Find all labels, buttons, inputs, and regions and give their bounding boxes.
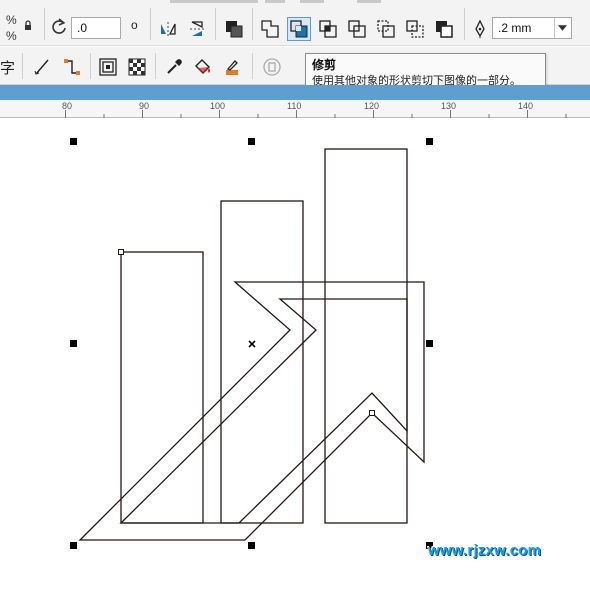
selection-handle xyxy=(426,340,433,347)
ruler-label: 90 xyxy=(139,101,150,111)
middle-bar-shape xyxy=(220,200,304,524)
node-marker xyxy=(369,410,375,416)
contour-icon[interactable] xyxy=(96,55,120,79)
horizontal-ruler[interactable]: 80 90 100 110 120 130 140 xyxy=(0,100,590,118)
ruler-label: 110 xyxy=(287,101,302,111)
connector-tool-icon[interactable] xyxy=(60,55,84,79)
back-minus-front-icon[interactable] xyxy=(403,17,427,41)
center-marker xyxy=(248,340,256,348)
degree-symbol: o xyxy=(131,18,138,32)
interactive-fill-icon[interactable] xyxy=(191,55,215,79)
simplify-icon[interactable] xyxy=(345,17,369,41)
eyedropper-icon[interactable] xyxy=(162,55,186,79)
front-minus-back-icon[interactable] xyxy=(374,17,398,41)
separator xyxy=(252,8,253,40)
ruler-label: 120 xyxy=(364,101,380,111)
chevron-down-icon[interactable] xyxy=(554,18,570,38)
outline-width-value: .2 mm xyxy=(498,21,532,35)
drawing-artwork xyxy=(70,138,433,549)
scroll-indicator xyxy=(170,0,258,3)
drawing-canvas[interactable] xyxy=(0,119,590,590)
weld-icon[interactable] xyxy=(258,17,282,41)
scroll-indicator xyxy=(357,0,381,3)
selection-handle xyxy=(248,138,255,145)
separator xyxy=(155,53,156,79)
selection-handle xyxy=(426,138,433,145)
document-tab-strip xyxy=(0,85,590,100)
mirror-vertical-icon[interactable] xyxy=(185,17,209,41)
ruler-label: 80 xyxy=(62,101,73,111)
ruler-label: 100 xyxy=(210,101,226,111)
lock-ratio-icon[interactable] xyxy=(20,17,36,33)
separator xyxy=(252,53,253,79)
ruler-label: 130 xyxy=(441,101,457,111)
separator xyxy=(215,8,216,40)
right-bar-shape xyxy=(324,148,408,524)
separator xyxy=(464,8,465,40)
text-tool-label: 字 xyxy=(0,59,16,77)
intersect-icon[interactable] xyxy=(316,17,340,41)
selection-handle xyxy=(248,542,255,549)
node-marker xyxy=(118,249,124,255)
selection-handle xyxy=(70,340,77,347)
selection-handle xyxy=(70,542,77,549)
object-manager-icon[interactable] xyxy=(260,55,284,79)
mirror-horizontal-icon[interactable] xyxy=(156,17,180,41)
combine-icon[interactable] xyxy=(222,17,246,41)
separator xyxy=(150,8,151,40)
selection-handle xyxy=(70,138,77,145)
transparency-icon[interactable] xyxy=(125,55,149,79)
scale-percent-label: % xyxy=(6,13,17,27)
scale-percent-label: % xyxy=(6,29,17,43)
ruler-label: 140 xyxy=(518,101,534,111)
trim-button[interactable] xyxy=(287,17,311,41)
dimension-tool-icon[interactable] xyxy=(30,55,54,79)
separator xyxy=(22,53,23,79)
rotation-angle-input[interactable]: .0 xyxy=(71,17,121,39)
separator xyxy=(44,8,45,40)
scroll-indicator xyxy=(300,0,324,3)
create-boundary-icon[interactable] xyxy=(432,17,456,41)
property-bar: % % .0 o .2 mm xyxy=(0,0,590,46)
arrow-inner-shape xyxy=(119,298,408,524)
tooltip-title: 修剪 xyxy=(312,58,337,72)
pen-nib-icon xyxy=(468,17,492,41)
watermark-text: www.rjzxw.com xyxy=(428,542,542,559)
rotate-icon xyxy=(48,16,70,38)
scroll-indicator xyxy=(265,0,285,3)
separator xyxy=(90,53,91,79)
smart-fill-icon[interactable] xyxy=(220,55,244,79)
